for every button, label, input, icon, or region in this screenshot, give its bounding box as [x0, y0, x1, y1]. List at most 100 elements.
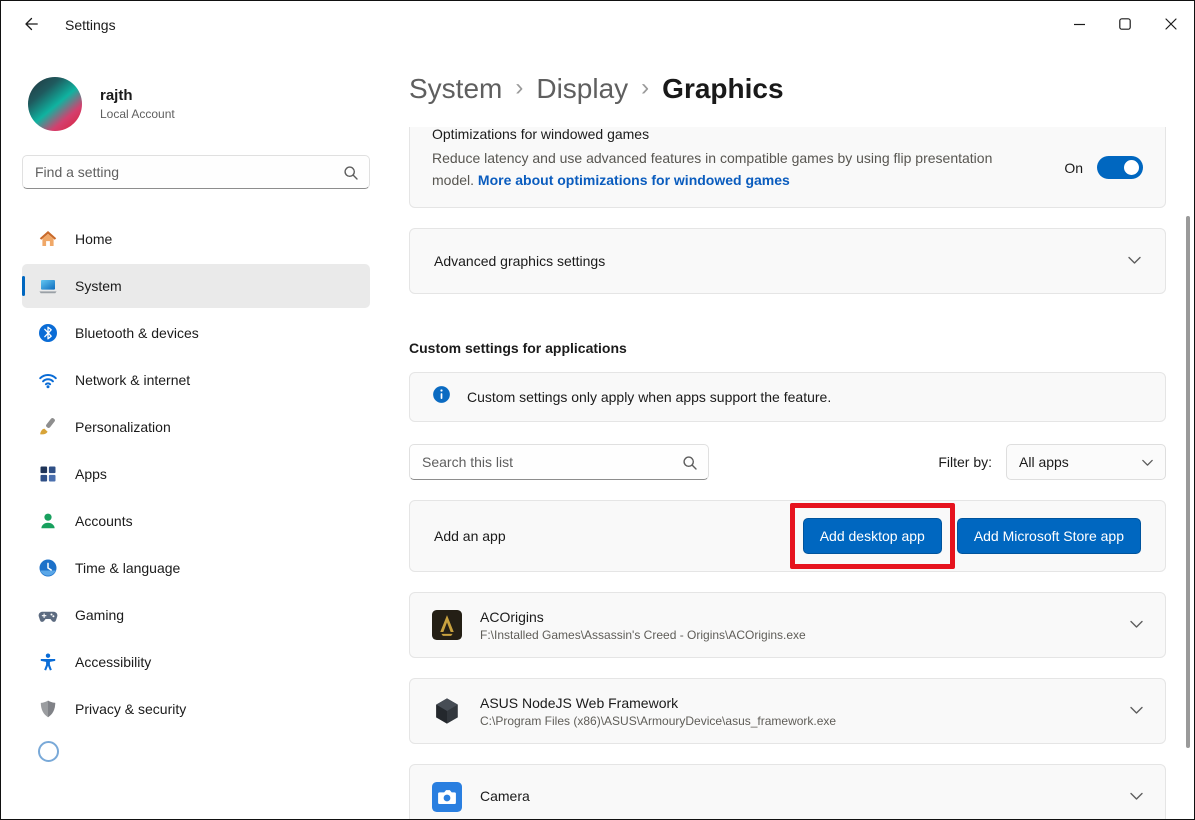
windowed-games-toggle[interactable]	[1097, 156, 1143, 179]
user-card[interactable]: rajth Local Account	[28, 77, 364, 131]
windowed-games-link[interactable]: More about optimizations for windowed ga…	[478, 172, 790, 188]
app-row-acorigins[interactable]: ACOrigins F:\Installed Games\Assassin's …	[409, 592, 1166, 658]
sidebar-item-label: Gaming	[75, 607, 124, 623]
window-controls	[1056, 1, 1194, 49]
chevron-down-icon	[1128, 252, 1141, 270]
sidebar-item-apps[interactable]: Apps	[22, 452, 370, 496]
search-list-input[interactable]	[410, 445, 708, 479]
add-store-app-button[interactable]: Add Microsoft Store app	[957, 518, 1141, 554]
chevron-down-icon	[1142, 454, 1153, 470]
search-icon	[682, 455, 698, 476]
camera-app-icon	[432, 782, 462, 812]
bluetooth-icon	[38, 323, 58, 343]
asus-app-icon	[432, 696, 462, 726]
privacy-shield-icon	[38, 699, 58, 719]
settings-scroll-area: Optimizations for windowed games Reduce …	[409, 127, 1166, 819]
chevron-down-icon[interactable]	[1130, 788, 1143, 806]
settings-window: Settings rajth Local Account	[0, 0, 1195, 820]
sidebar-nav: Home System Bluetooth & devices Network …	[22, 217, 370, 762]
close-button[interactable]	[1148, 1, 1194, 49]
toggle-state-label: On	[1064, 160, 1083, 176]
system-icon	[38, 276, 58, 296]
sidebar-item-time-language[interactable]: Time & language	[22, 546, 370, 590]
info-banner-text: Custom settings only apply when apps sup…	[467, 389, 831, 405]
info-banner: Custom settings only apply when apps sup…	[409, 372, 1166, 422]
acorigins-app-icon	[432, 610, 462, 640]
minimize-icon	[1074, 18, 1085, 33]
sidebar-item-label: System	[75, 278, 122, 294]
windows-update-icon	[38, 741, 59, 762]
main-content: System › Display › Graphics Optimization…	[391, 49, 1194, 819]
add-desktop-app-button[interactable]: Add desktop app	[803, 518, 942, 554]
add-app-label: Add an app	[434, 528, 506, 544]
breadcrumb-system[interactable]: System	[409, 73, 502, 105]
breadcrumb-separator-icon: ›	[515, 74, 523, 102]
list-toolbar: Filter by: All apps	[409, 444, 1166, 480]
filter-dropdown-value: All apps	[1019, 454, 1069, 470]
sidebar-item-accounts[interactable]: Accounts	[22, 499, 370, 543]
breadcrumb-display[interactable]: Display	[536, 73, 628, 105]
sidebar-item-gaming[interactable]: Gaming	[22, 593, 370, 637]
apps-icon	[38, 464, 58, 484]
custom-settings-heading: Custom settings for applications	[409, 340, 1166, 356]
sidebar-search	[22, 155, 370, 189]
sidebar-item-label: Privacy & security	[75, 701, 186, 717]
sidebar-item-label: Accounts	[75, 513, 133, 529]
sidebar-item-personalization[interactable]: Personalization	[22, 405, 370, 449]
info-icon	[432, 385, 451, 409]
avatar	[28, 77, 82, 131]
app-name: Camera	[480, 788, 530, 804]
maximize-button[interactable]	[1102, 1, 1148, 49]
network-icon	[38, 370, 58, 390]
sidebar-item-accessibility[interactable]: Accessibility	[22, 640, 370, 684]
user-name: rajth	[100, 87, 175, 104]
sidebar: rajth Local Account Home System	[1, 49, 391, 819]
titlebar: Settings	[1, 1, 1194, 49]
minimize-button[interactable]	[1056, 1, 1102, 49]
sidebar-item-label: Accessibility	[75, 654, 151, 670]
add-app-card: Add an app Add desktop app Add Microsoft…	[409, 500, 1166, 572]
app-row-asus-nodejs[interactable]: ASUS NodeJS Web Framework C:\Program Fil…	[409, 678, 1166, 744]
sidebar-item-label: Network & internet	[75, 372, 190, 388]
sidebar-item-label: Bluetooth & devices	[75, 325, 199, 341]
close-icon	[1165, 18, 1177, 33]
personalization-icon	[38, 417, 58, 437]
app-row-camera[interactable]: Camera	[409, 764, 1166, 819]
filter-by-label: Filter by:	[938, 454, 992, 470]
search-icon	[343, 165, 359, 186]
chevron-down-icon[interactable]	[1130, 702, 1143, 720]
sidebar-item-home[interactable]: Home	[22, 217, 370, 261]
sidebar-item-label: Personalization	[75, 419, 171, 435]
app-path: F:\Installed Games\Assassin's Creed - Or…	[480, 628, 806, 642]
sidebar-item-bluetooth[interactable]: Bluetooth & devices	[22, 311, 370, 355]
list-search	[409, 444, 709, 480]
toggle-knob	[1124, 160, 1139, 175]
windowed-games-card: Optimizations for windowed games Reduce …	[409, 127, 1166, 208]
filter-dropdown[interactable]: All apps	[1006, 444, 1166, 480]
home-icon	[38, 229, 58, 249]
back-button[interactable]	[9, 7, 53, 43]
find-setting-input[interactable]	[23, 156, 369, 188]
maximize-icon	[1119, 18, 1131, 33]
sidebar-item-system[interactable]: System	[22, 264, 370, 308]
app-path: C:\Program Files (x86)\ASUS\ArmouryDevic…	[480, 714, 836, 728]
sidebar-item-network[interactable]: Network & internet	[22, 358, 370, 402]
app-name: ASUS NodeJS Web Framework	[480, 695, 836, 711]
sidebar-item-label: Home	[75, 231, 112, 247]
user-account-type: Local Account	[100, 107, 175, 121]
app-title: Settings	[65, 17, 116, 33]
breadcrumb: System › Display › Graphics	[391, 49, 1194, 105]
sidebar-item-privacy[interactable]: Privacy & security	[22, 687, 370, 731]
advanced-graphics-title: Advanced graphics settings	[434, 253, 605, 269]
accessibility-icon	[38, 652, 58, 672]
sidebar-item-label: Apps	[75, 466, 107, 482]
gaming-icon	[38, 605, 58, 625]
app-name: ACOrigins	[480, 609, 806, 625]
back-arrow-icon	[23, 16, 39, 35]
breadcrumb-graphics: Graphics	[662, 73, 783, 105]
advanced-graphics-expander[interactable]: Advanced graphics settings	[409, 228, 1166, 294]
time-language-icon	[38, 558, 58, 578]
chevron-down-icon[interactable]	[1130, 616, 1143, 634]
windowed-games-title: Optimizations for windowed games	[432, 127, 1032, 142]
scrollbar-thumb[interactable]	[1186, 216, 1190, 748]
